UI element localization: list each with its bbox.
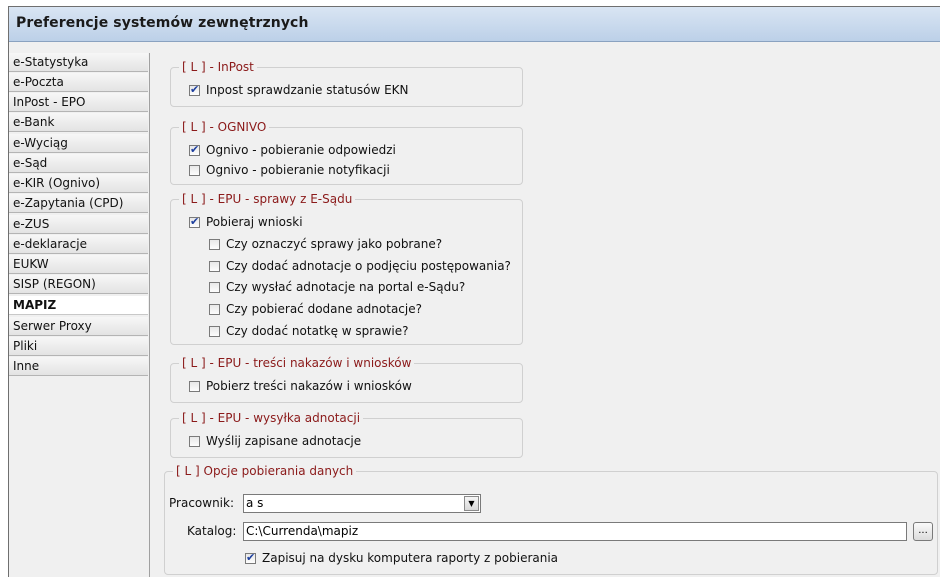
group-inpost: [ L ] - InPost Inpost sprawdzanie status…: [170, 60, 523, 107]
sidebar-item-label: Inne: [13, 359, 40, 373]
sidebar-item-label: e-Statystyka: [13, 55, 89, 69]
sidebar-item-e-bank[interactable]: e-Bank: [9, 113, 148, 132]
checkbox-box[interactable]: [189, 83, 200, 96]
checkbox-oznacz-pobrane[interactable]: Czy oznaczyć sprawy jako pobrane?: [209, 236, 442, 252]
katalog-input[interactable]: C:\Currenda\mapiz: [243, 522, 907, 541]
settings-panel: [ L ] - InPost Inpost sprawdzanie status…: [150, 53, 940, 577]
chevron-down-icon[interactable]: ▼: [464, 496, 479, 511]
sidebar-item-inpost-epo[interactable]: InPost - EPO: [9, 93, 148, 112]
sidebar-item-label: InPost - EPO: [13, 95, 86, 109]
checkbox-label: Czy wysłać adnotacje na portal e-Sądu?: [226, 280, 466, 294]
window-titlebar: Preferencje systemów zewnętrznych: [9, 7, 940, 42]
checkbox-wyslij-adnotacje[interactable]: Czy wysłać adnotacje na portal e-Sądu?: [209, 279, 465, 295]
sidebar-item-pliki[interactable]: Pliki: [9, 337, 148, 356]
browse-button[interactable]: ...: [913, 522, 933, 541]
group-title-inpost: [ L ] - InPost: [179, 60, 257, 74]
sidebar-item-mapiz[interactable]: MAPIZ: [9, 296, 148, 315]
sidebar-item-label: e-Sąd: [13, 156, 48, 170]
group-title-epu-sprawy: [ L ] - EPU - sprawy z E-Sądu: [179, 192, 356, 206]
sidebar-item-label: e-Poczta: [13, 75, 64, 89]
group-epu-wysylka: [ L ] - EPU - wysyłka adnotacji Wyślij z…: [170, 411, 523, 458]
checkbox-label: Czy pobierać dodane adnotacje?: [226, 302, 422, 316]
checkbox-box[interactable]: [209, 238, 220, 250]
checkbox-wyslij-adnotacje-zapisane[interactable]: Wyślij zapisane adnotacje: [189, 433, 361, 449]
group-opcje-pobierania: [ L ] Opcje pobierania danych Pracownik:…: [164, 464, 938, 575]
group-title-opcje: [ L ] Opcje pobierania danych: [173, 464, 357, 478]
sidebar-item-inne[interactable]: Inne: [9, 357, 148, 376]
katalog-value: C:\Currenda\mapiz: [246, 524, 359, 538]
sidebar-item-e-zus[interactable]: e-ZUS: [9, 215, 148, 234]
sidebar-item-serwer-proxy[interactable]: Serwer Proxy: [9, 317, 148, 336]
checkbox-ognivo-odpowiedzi[interactable]: Ognivo - pobieranie odpowiedzi: [189, 142, 396, 158]
sidebar-item-label: Pliki: [13, 339, 38, 353]
group-epu-sprawy: [ L ] - EPU - sprawy z E-Sądu Pobieraj w…: [170, 192, 523, 345]
sidebar-item-label: Serwer Proxy: [13, 319, 92, 333]
checkbox-zapisuj-raporty[interactable]: Zapisuj na dysku komputera raporty z pob…: [245, 550, 558, 566]
preferences-window: Preferencje systemów zewnętrznych e-Stat…: [8, 6, 940, 577]
katalog-label: Katalog:: [187, 524, 237, 538]
checkbox-label: Inpost sprawdzanie statusów EKN: [206, 83, 409, 97]
checkbox-pobieraj-wnioski[interactable]: Pobieraj wnioski: [189, 214, 303, 230]
sidebar-item-eukw[interactable]: EUKW: [9, 255, 148, 274]
sidebar-item-label: e-ZUS: [13, 217, 50, 231]
sidebar: e-Statystyka e-Poczta InPost - EPO e-Bank e-…: [9, 53, 150, 577]
sidebar-item-e-kir-ognivo[interactable]: e-KIR (Ognivo): [9, 174, 148, 193]
pracownik-label: Pracownik:: [169, 496, 234, 510]
checkbox-label: Zapisuj na dysku komputera raporty z pob…: [262, 551, 559, 565]
checkbox-label: Pobierz treści nakazów i wniosków: [206, 379, 412, 393]
checkbox-label: Czy dodać notatkę w sprawie?: [226, 324, 409, 338]
checkbox-box[interactable]: [245, 551, 256, 564]
checkbox-box[interactable]: [209, 303, 220, 315]
checkbox-adnotacje-podjecie[interactable]: Czy dodać adnotacje o podjęciu postępowa…: [209, 258, 511, 274]
checkbox-box[interactable]: [209, 281, 220, 293]
sidebar-item-label: e-Wyciąg: [13, 136, 68, 150]
checkbox-box[interactable]: [189, 215, 200, 228]
pracownik-value: a s: [246, 496, 264, 510]
checkbox-label: Czy oznaczyć sprawy jako pobrane?: [226, 237, 443, 251]
checkbox-label: Ognivo - pobieranie notyfikacji: [206, 163, 390, 177]
checkbox-pobieraj-adnotacje[interactable]: Czy pobierać dodane adnotacje?: [209, 301, 422, 317]
group-title-epu-tresci: [ L ] - EPU - treści nakazów i wniosków: [179, 356, 415, 370]
sidebar-item-label: EUKW: [13, 257, 49, 271]
checkbox-dodaj-notatke[interactable]: Czy dodać notatkę w sprawie?: [209, 323, 408, 339]
pracownik-select[interactable]: a s ▼: [243, 494, 481, 513]
checkbox-box[interactable]: [209, 325, 220, 337]
sidebar-item-e-wyciąg[interactable]: e-Wyciąg: [9, 134, 148, 153]
checkbox-label: Ognivo - pobieranie odpowiedzi: [206, 143, 396, 157]
checkbox-inpost-statusy-ekn[interactable]: Inpost sprawdzanie statusów EKN: [189, 82, 409, 98]
checkbox-box[interactable]: [189, 435, 200, 447]
sidebar-item-e-sąd[interactable]: e-Sąd: [9, 154, 148, 173]
group-epu-tresci: [ L ] - EPU - treści nakazów i wniosków …: [170, 356, 523, 403]
checkbox-pobierz-tresci[interactable]: Pobierz treści nakazów i wniosków: [189, 378, 412, 394]
checkbox-box[interactable]: [189, 143, 200, 156]
group-title-ognivo: [ L ] - OGNIVO: [179, 120, 270, 134]
sidebar-item-label: e-deklaracje: [13, 237, 87, 251]
sidebar-item-label: SISP (REGON): [13, 277, 96, 291]
sidebar-item-e-poczta[interactable]: e-Poczta: [9, 73, 148, 92]
sidebar-item-sisp-regon[interactable]: SISP (REGON): [9, 275, 148, 294]
sidebar-item-e-statystyka[interactable]: e-Statystyka: [9, 53, 148, 72]
checkbox-box[interactable]: [189, 380, 200, 392]
checkbox-ognivo-notyfikacje[interactable]: Ognivo - pobieranie notyfikacji: [189, 162, 390, 178]
checkbox-label: Wyślij zapisane adnotacje: [206, 434, 362, 448]
group-title-epu-wysylka: [ L ] - EPU - wysyłka adnotacji: [179, 411, 364, 425]
sidebar-item-label: e-Bank: [13, 115, 55, 129]
checkbox-box[interactable]: [189, 164, 200, 176]
sidebar-item-label: e-Zapytania (CPD): [13, 196, 124, 210]
sidebar-item-label: MAPIZ: [13, 298, 57, 312]
checkbox-label: Pobieraj wnioski: [206, 215, 303, 229]
sidebar-item-e-zapytania-cpd[interactable]: e-Zapytania (CPD): [9, 194, 148, 213]
sidebar-item-e-deklaracje[interactable]: e-deklaracje: [9, 235, 148, 254]
checkbox-box[interactable]: [209, 260, 220, 272]
sidebar-item-label: e-KIR (Ognivo): [13, 176, 101, 190]
window-title: Preferencje systemów zewnętrznych: [16, 15, 309, 31]
group-ognivo: [ L ] - OGNIVO Ognivo - pobieranie odpow…: [170, 120, 523, 185]
checkbox-label: Czy dodać adnotacje o podjęciu postępowa…: [226, 259, 511, 273]
